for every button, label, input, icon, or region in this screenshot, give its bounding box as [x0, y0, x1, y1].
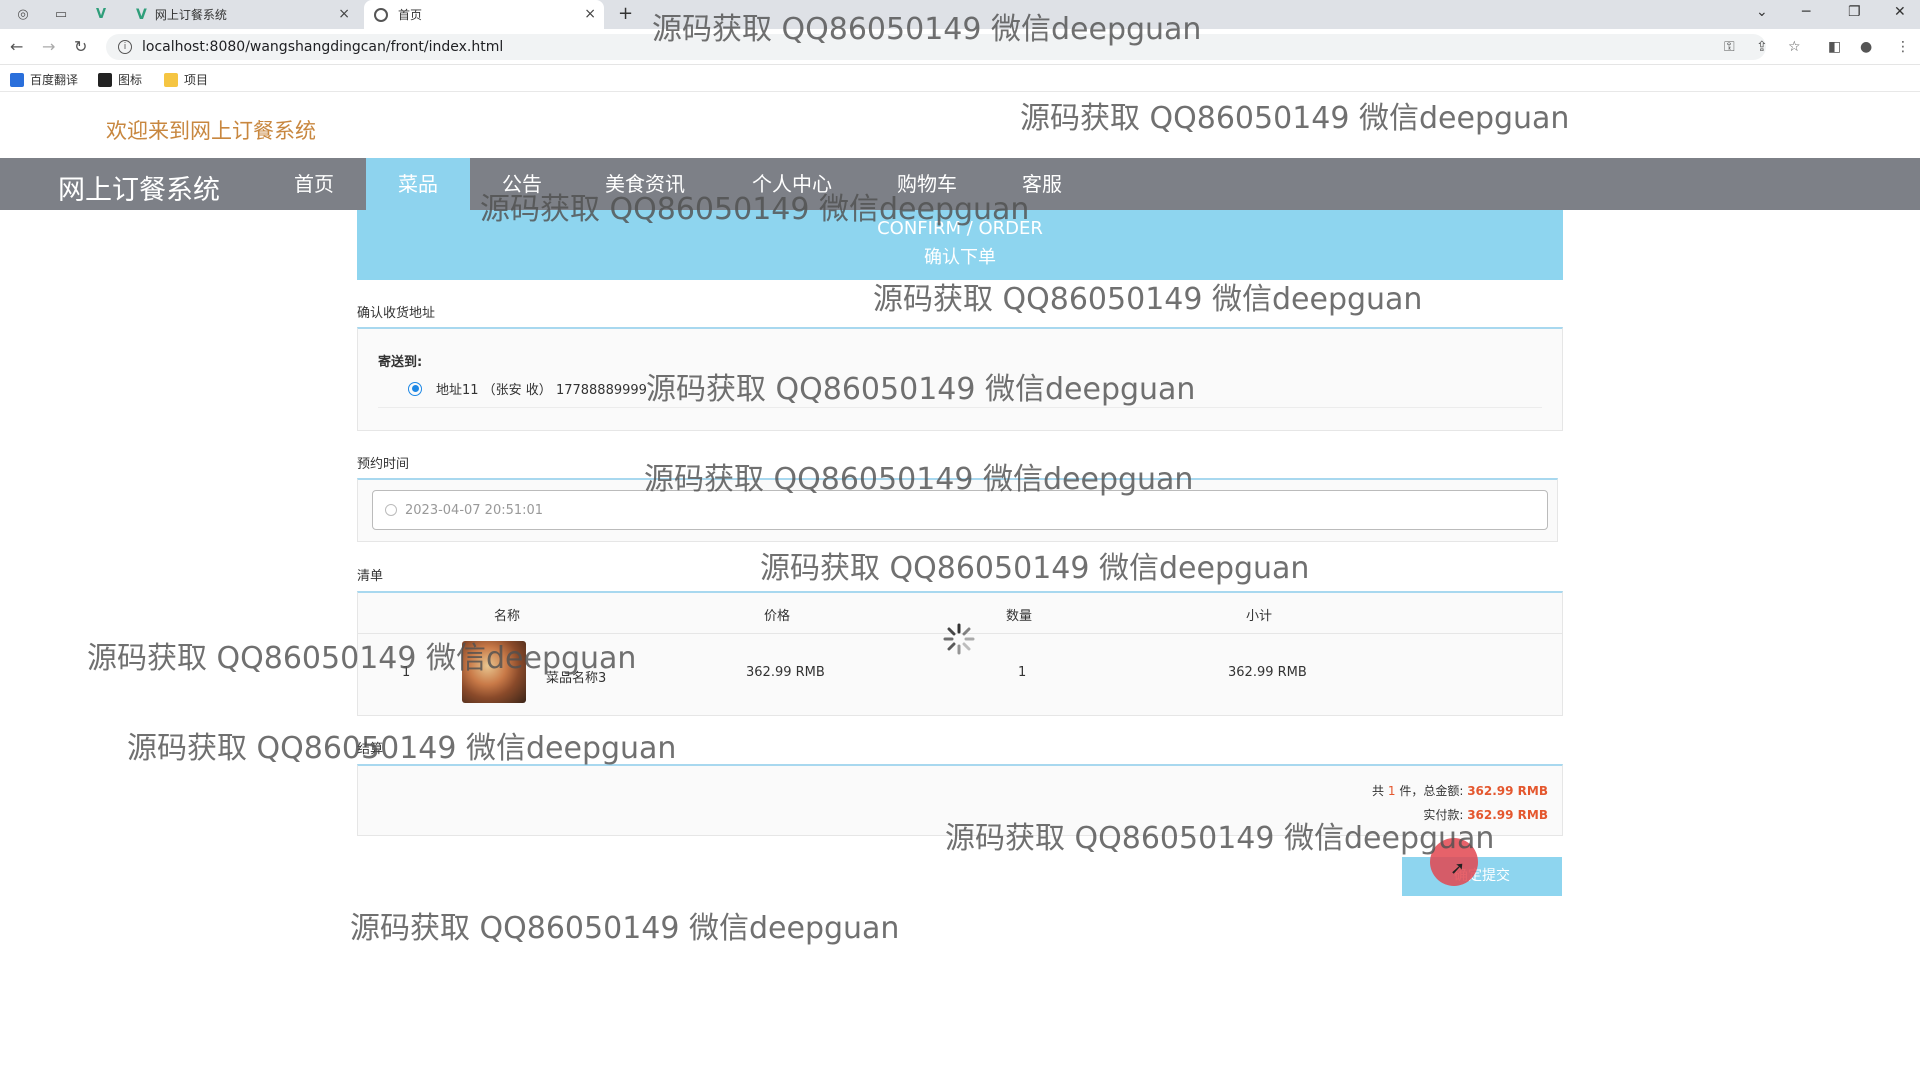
share-icon[interactable]: ⇪ [1756, 39, 1768, 55]
tab-search-icon[interactable]: ⌄ [1756, 4, 1768, 20]
watermark: 源码获取 QQ86050149 微信deepguan [350, 911, 900, 946]
address-section-title: 确认收货地址 [357, 306, 436, 321]
total-amount: 362.99 RMB [1467, 784, 1548, 798]
back-icon[interactable]: ← [10, 37, 23, 56]
nav-dishes[interactable]: 菜品 [366, 158, 470, 210]
mouse-pointer-icon: ➚ [1450, 858, 1466, 879]
tab-orders-system[interactable]: V 网上订餐系统 × [126, 0, 358, 29]
main-nav: 网上订餐系统 首页 菜品 公告 美食资讯 个人中心 购物车 客服 [0, 158, 1920, 210]
watermark: 源码获取 QQ86050149 微信deepguan [1020, 101, 1570, 136]
nav-customer-service[interactable]: 客服 [992, 158, 1092, 210]
site-brand[interactable]: 网上订餐系统 [58, 168, 220, 207]
nav-cart[interactable]: 购物车 [874, 158, 980, 210]
watermark: 源码获取 QQ86050149 微信deepguan [873, 282, 1423, 317]
watermark: 源码获取 QQ86050149 微信deepguan [760, 551, 1310, 586]
loading-spinner-icon [943, 623, 975, 655]
star-icon[interactable]: ☆ [1788, 39, 1801, 55]
total-summary: 共 1 件，总金额: 362.99 RMB [1372, 782, 1548, 799]
list-section-title: 清单 [357, 569, 384, 584]
banner-title-zh: 确认下单 [924, 247, 996, 268]
reload-icon[interactable]: ↻ [74, 37, 87, 56]
paid-label: 实付款: [1423, 808, 1464, 822]
translate-icon [10, 72, 24, 87]
count-prefix: 共 [1372, 784, 1385, 798]
browser-toolbar: ← → ↻ i localhost:8080/wangshangdingcan/… [0, 29, 1920, 65]
submit-order-button[interactable]: 确定提交 [1402, 857, 1562, 896]
tab-home[interactable]: 首页 × [364, 0, 604, 29]
menu-icon[interactable]: ⋮ [1896, 39, 1910, 55]
divider [378, 407, 1542, 408]
nav-food-news[interactable]: 美食资讯 [584, 158, 706, 210]
new-tab-button[interactable]: + [618, 3, 633, 24]
appointment-time-value: 2023-04-07 20:51:01 [405, 502, 544, 518]
minimize-icon[interactable]: ─ [1802, 4, 1810, 20]
ship-to-label: 寄送到: [378, 355, 423, 370]
bookmark-baidu-translate[interactable]: 百度翻译 [10, 71, 78, 88]
appointment-section-title: 预约时间 [357, 457, 410, 472]
settle-section-title: 结算 [357, 742, 384, 757]
item-count: 1 [1387, 784, 1396, 798]
url-text: localhost:8080/wangshangdingcan/front/in… [142, 39, 504, 55]
site-info-icon[interactable]: i [118, 40, 132, 54]
globe-icon [374, 7, 388, 22]
tab-close-icon[interactable]: × [338, 6, 350, 22]
close-window-icon[interactable]: ✕ [1894, 4, 1906, 20]
confirm-order-banner: CONFIRM / ORDER 确认下单 [357, 210, 1563, 280]
url-bar[interactable]: i localhost:8080/wangshangdingcan/front/… [106, 34, 1766, 60]
address-radio[interactable] [408, 381, 422, 396]
paid-summary: 实付款: 362.99 RMB [1423, 806, 1548, 823]
side-panel-icon[interactable]: ◧ [1828, 39, 1841, 55]
bookmarks-bar: 百度翻译 图标 项目 [0, 66, 1920, 92]
bookmark-label: 图标 [118, 73, 143, 87]
tab-close-icon[interactable]: × [584, 6, 596, 22]
banner-title-en: CONFIRM / ORDER [877, 218, 1043, 239]
paid-amount: 362.99 RMB [1467, 808, 1548, 822]
address-option[interactable]: 地址11 （张安 收） 17788889999 [408, 379, 647, 398]
address-panel: 寄送到: 地址11 （张安 收） 17788889999 [357, 327, 1563, 431]
bookmark-projects[interactable]: 项目 [164, 71, 208, 88]
key-icon[interactable]: ⚿ [1724, 39, 1735, 55]
column-header-price: 价格 [764, 609, 791, 624]
vue-icon: V [136, 6, 147, 23]
welcome-text: 欢迎来到网上订餐系统 [106, 119, 316, 143]
tab-title: 网上订餐系统 [154, 8, 227, 22]
settlement-panel: 共 1 件，总金额: 362.99 RMB 实付款: 362.99 RMB [357, 764, 1563, 836]
bookmark-icons[interactable]: 图标 [98, 71, 142, 88]
clock-icon [385, 504, 397, 516]
appointment-panel: 2023-04-07 20:51:01 [357, 478, 1558, 542]
bookmark-label: 项目 [184, 73, 209, 87]
row-index: 1 [402, 665, 411, 680]
pinned-tab-vue-icon[interactable]: V [86, 0, 116, 29]
column-header-qty: 数量 [1006, 609, 1033, 624]
browser-tab-strip: ◎ ▭ V V 网上订餐系统 × 首页 × + ⌄ ─ ❐ ✕ [0, 0, 1920, 29]
pinned-tab-globe-icon[interactable]: ◎ [8, 0, 38, 29]
pinned-tab-blank-icon[interactable]: ▭ [46, 0, 76, 29]
restore-icon[interactable]: ❐ [1848, 4, 1861, 20]
address-text: 地址11 （张安 收） 17788889999 [436, 383, 647, 398]
bookmark-label: 百度翻译 [30, 73, 79, 87]
dish-subtotal: 362.99 RMB [1228, 665, 1307, 680]
dish-price: 362.99 RMB [746, 665, 825, 680]
profile-icon[interactable]: ● [1860, 39, 1872, 55]
column-header-subtotal: 小计 [1246, 609, 1273, 624]
folder-icon [164, 72, 178, 87]
forward-icon[interactable]: → [42, 37, 55, 56]
dish-name: 菜品名称3 [546, 671, 607, 686]
watermark: 源码获取 QQ86050149 微信deepguan [127, 731, 677, 766]
appointment-time-input[interactable]: 2023-04-07 20:51:01 [372, 490, 1548, 530]
image-icon [98, 72, 112, 87]
nav-home[interactable]: 首页 [262, 158, 366, 210]
count-suffix: 件，总金额: [1399, 784, 1464, 798]
dish-image [462, 641, 526, 703]
nav-personal-center[interactable]: 个人中心 [730, 158, 854, 210]
nav-announcements[interactable]: 公告 [470, 158, 574, 210]
column-header-name: 名称 [494, 609, 521, 624]
dish-qty: 1 [1018, 665, 1027, 680]
tab-title: 首页 [398, 8, 423, 22]
